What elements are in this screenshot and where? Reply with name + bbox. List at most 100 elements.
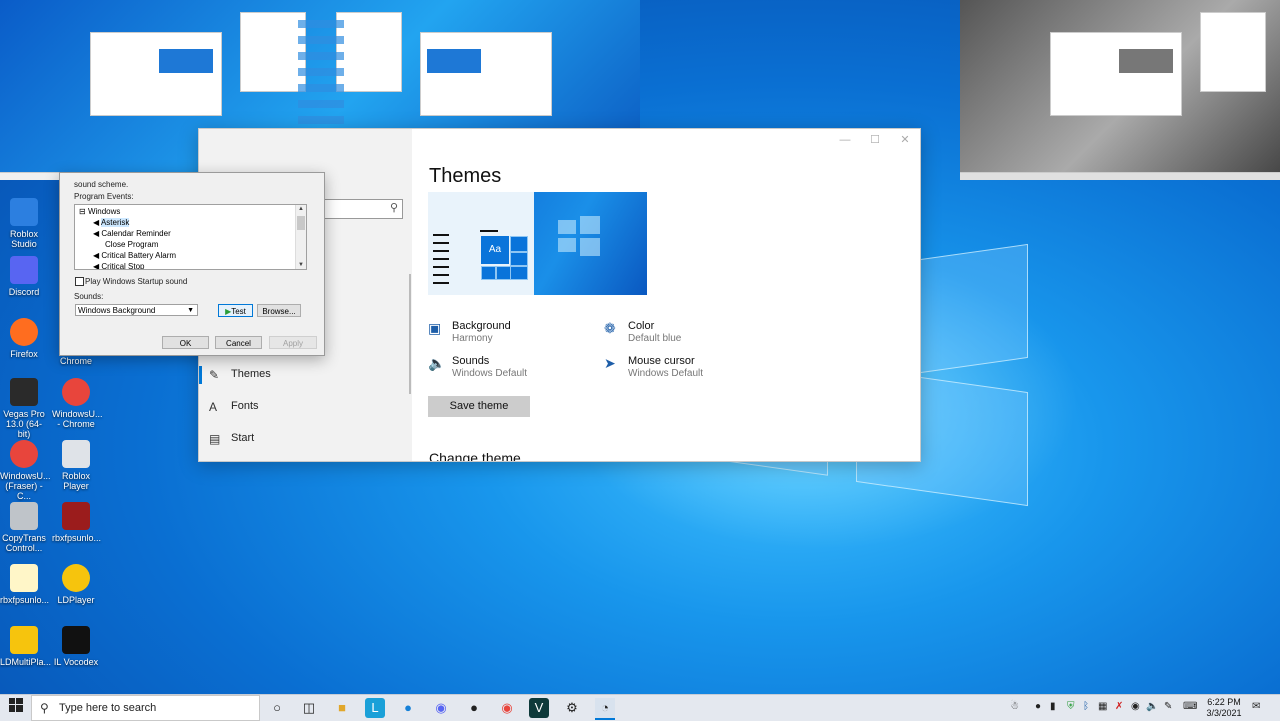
desktop-icon-label: rbxfpsunlo... (0, 595, 50, 605)
ok-button[interactable]: OK (162, 336, 209, 349)
property-value: Windows Default (628, 368, 704, 379)
page-title: Themes (429, 165, 502, 187)
list-item[interactable]: ◀ Critical Stop (93, 261, 145, 269)
desktop-icon-label: LDPlayer (57, 595, 95, 605)
list-scrollbar[interactable]: ▲ ▼ (295, 205, 306, 269)
desktop-icon[interactable]: WindowsU... (Fraser) - C... (0, 440, 51, 501)
property-title: Color (628, 320, 655, 332)
keyboard-icon[interactable]: ⌨ (1183, 701, 1197, 712)
desktop-icon[interactable]: Roblox Player (52, 440, 100, 491)
discord-icon[interactable]: ◉ (431, 698, 451, 718)
brush-icon: ✎ (209, 368, 220, 382)
search-icon: ⚲ (40, 701, 49, 715)
volume-icon[interactable]: 🔈 (1146, 701, 1158, 712)
edge-icon[interactable]: ● (398, 698, 418, 718)
settings-gear-icon[interactable]: ⚙ (562, 698, 582, 718)
start-button[interactable] (6, 698, 26, 718)
taskbar-search-box[interactable]: ⚲ Type here to search (31, 695, 260, 721)
network-error-icon[interactable]: ✗ (1115, 701, 1123, 712)
desktop-icon-label-chrome[interactable]: Chrome (52, 356, 100, 366)
startup-sound-checkbox[interactable] (75, 277, 84, 286)
sidebar-item-label: Fonts (231, 400, 259, 412)
search-icon: ⚲ (389, 202, 398, 214)
taskbar: ⚲ Type here to search ○ ◫ ■ L ● ◉ ● ◉ V … (0, 694, 1280, 721)
property-title: Sounds (452, 355, 490, 367)
desktop-icon[interactable]: LDMultiPla... (0, 626, 51, 667)
property-value: Windows Default (452, 368, 528, 379)
app-icon (62, 502, 90, 530)
sounds-select[interactable]: Windows Background ▼ (75, 304, 198, 316)
desktop-icon[interactable]: LDPlayer (52, 564, 100, 605)
cancel-button[interactable]: Cancel (215, 336, 262, 349)
settings-search-input[interactable]: ⚲ (321, 199, 403, 219)
list-item-selected[interactable]: ◀ Asterisk (93, 217, 130, 228)
list-item[interactable]: ◀ Critical Battery Alarm (93, 250, 176, 261)
desktop-icon[interactable]: Discord (0, 256, 48, 297)
desktop-icon-label: Discord (8, 287, 40, 297)
maximize-icon[interactable]: ☐ (860, 129, 890, 151)
active-app-icon[interactable]: ◔ (595, 698, 615, 720)
vegas-icon[interactable]: V (529, 698, 549, 718)
list-item[interactable]: ⊟ Windows (79, 206, 120, 217)
bluetooth-icon[interactable]: ᛒ (1083, 701, 1089, 712)
obs-icon[interactable]: ● (464, 698, 484, 718)
apply-button[interactable]: Apply (269, 336, 317, 349)
clock-time: 6:22 PM (1207, 697, 1241, 707)
obs-tray-icon[interactable]: ● (1035, 701, 1041, 712)
desktop-icon[interactable]: CopyTrans Control... (0, 502, 48, 553)
desktop-icon[interactable]: WindowsU... - Chrome (52, 378, 103, 429)
program-events-label: Program Events: (74, 192, 134, 201)
app-icon (62, 378, 90, 406)
sidebar-item-themes[interactable]: ✎ Themes (199, 360, 412, 390)
browse-button[interactable]: Browse... (257, 304, 301, 317)
desktop-icon[interactable]: rbxfpsunlo... (0, 564, 50, 605)
app-icon (10, 318, 38, 346)
desktop-icon[interactable]: rbxfpsunlo... (52, 502, 102, 543)
list-item[interactable]: Close Program (105, 239, 158, 250)
chrome-icon[interactable]: ◉ (497, 698, 517, 718)
sidebar-item-start[interactable]: ▤ Start (199, 424, 412, 454)
window-tray-icon[interactable]: ▦ (1098, 701, 1107, 712)
discord-tray-icon[interactable]: ◉ (1131, 701, 1140, 712)
l-app-icon[interactable]: L (365, 698, 385, 718)
list-item[interactable]: ◀ Calendar Reminder (93, 228, 171, 239)
notification-icon[interactable]: ✉ (1252, 701, 1260, 712)
sidebar-item-label: Themes (231, 368, 271, 380)
search-placeholder: Type here to search (59, 702, 157, 714)
desktop-icon[interactable]: Roblox Studio (0, 198, 48, 249)
save-theme-button[interactable]: Save theme (428, 396, 530, 417)
task-view-icon[interactable]: ◫ (299, 698, 319, 718)
scroll-down-icon[interactable]: ▼ (298, 262, 304, 268)
people-icon[interactable]: ☃ (1010, 701, 1019, 712)
virtual-desktop-thumbnail-3[interactable] (960, 0, 1280, 180)
microphone-icon[interactable]: ▮ (1050, 701, 1056, 712)
cursor-icon: ➤ (604, 355, 616, 371)
windows-logo-icon (558, 216, 600, 256)
palette-icon: ❁ (604, 320, 616, 336)
cortana-icon[interactable]: ○ (267, 698, 287, 718)
sidebar-item-label: Start (231, 432, 255, 444)
desktop-icon-label: rbxfpsunlo... (52, 533, 102, 543)
pen-icon[interactable]: ✎ (1164, 701, 1172, 712)
image-icon: ▣ (428, 320, 442, 336)
theme-preview: Aa (428, 192, 647, 295)
test-button[interactable]: ▶Test (218, 304, 253, 317)
minimize-icon[interactable]: — (830, 129, 860, 151)
close-icon[interactable]: ✕ (890, 129, 920, 151)
shield-icon[interactable]: ⛨ (1067, 701, 1075, 712)
startup-sound-label: Play Windows Startup sound (85, 277, 188, 286)
desktop-icon[interactable]: IL Vocodex (52, 626, 100, 667)
app-icon (10, 440, 38, 468)
program-events-list[interactable]: ⊟ Windows ◀ Asterisk ◀ Calendar Reminder… (74, 204, 307, 270)
desktop-icon[interactable]: Firefox (0, 318, 48, 359)
scroll-up-icon[interactable]: ▲ (298, 206, 304, 212)
scroll-thumb[interactable] (297, 216, 305, 230)
taskbar-clock[interactable]: 6:22 PM 3/3/2021 (1204, 697, 1244, 719)
change-theme-heading: Change theme (429, 450, 521, 462)
sidebar-item-fonts[interactable]: A Fonts (199, 392, 412, 422)
speaker-icon: 🔈 (428, 355, 446, 371)
file-explorer-icon[interactable]: ■ (332, 698, 352, 718)
desktop-icon[interactable]: Vegas Pro 13.0 (64-bit) (0, 378, 48, 439)
desktop-icon-label: WindowsU... - Chrome (52, 409, 103, 429)
desktop-icon-label: IL Vocodex (53, 657, 99, 667)
